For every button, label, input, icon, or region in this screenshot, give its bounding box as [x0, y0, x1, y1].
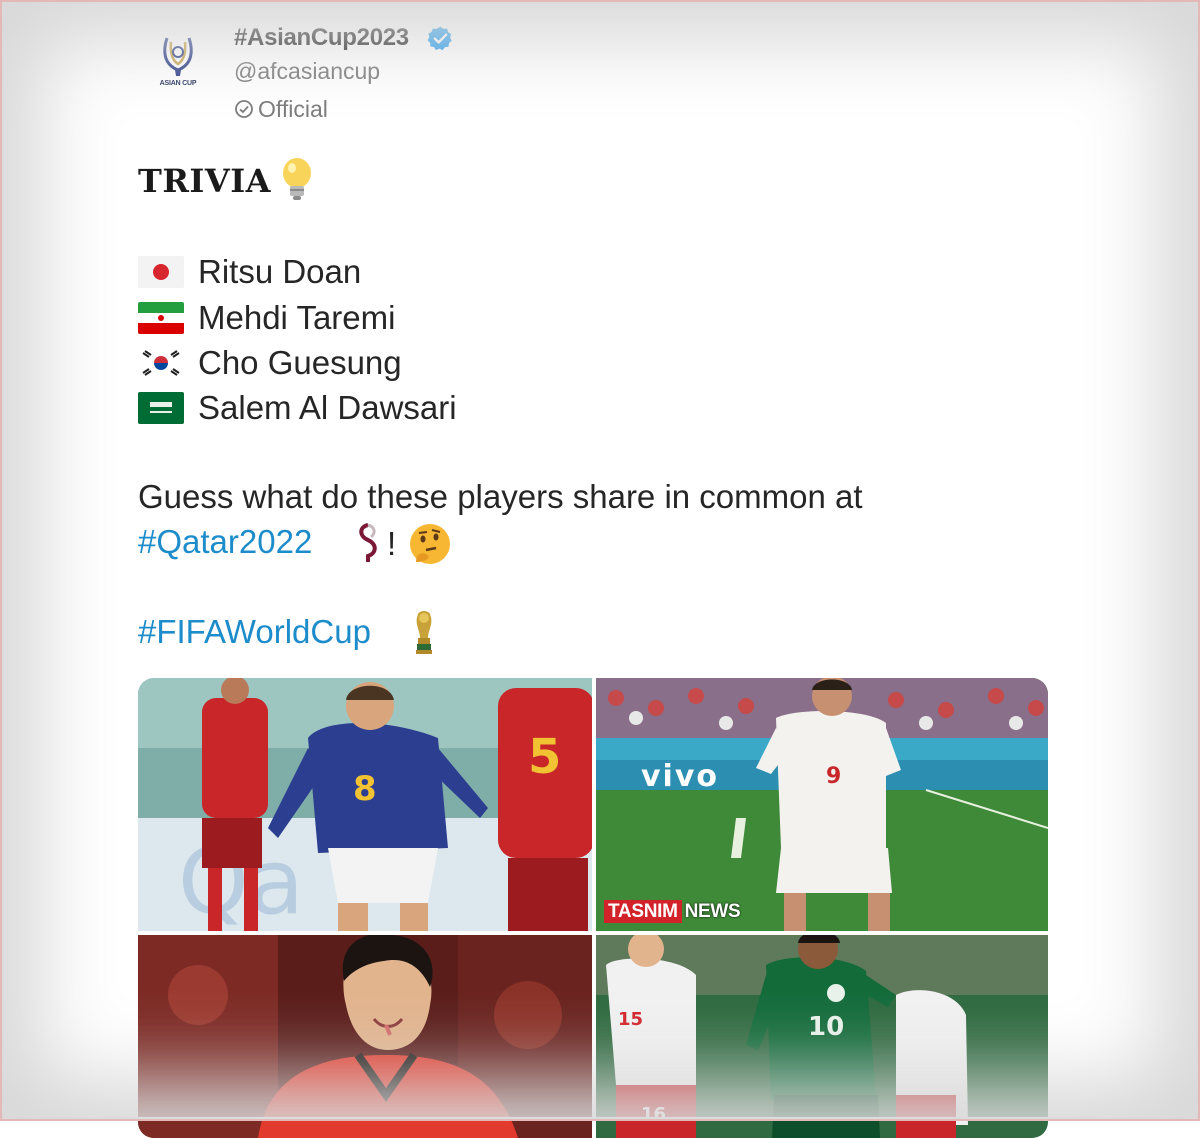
media-photo-cho-guesung[interactable] — [138, 935, 592, 1138]
svg-text:15: 15 — [618, 1009, 643, 1030]
player-line: Mehdi Taremi — [138, 296, 395, 340]
thinking-face-icon — [410, 524, 451, 564]
official-text: Official — [258, 96, 328, 122]
tweet-media-grid[interactable]: Qa 5 8 vivo 9 TASNIM NEWS 15 16 10 — [138, 678, 1048, 1138]
light-bulb-icon — [283, 158, 311, 200]
tweet-question: Guess what do these players share in com… — [138, 478, 863, 515]
account-handle[interactable]: @afcasiancup — [234, 58, 380, 85]
tasnim-news-watermark: TASNIM NEWS — [604, 900, 741, 923]
japan-flag-icon — [138, 256, 184, 288]
qatar2022-emblem-icon — [359, 523, 377, 562]
vivo-ad-text: vivo — [641, 759, 719, 794]
media-photo-ritsu-doan[interactable]: Qa 5 8 — [138, 678, 592, 931]
official-label: Official — [234, 96, 328, 123]
photo-saudi-player: 15 16 10 — [596, 935, 1048, 1138]
iran-flag-icon — [138, 302, 184, 334]
opponent-number: 16 — [641, 1104, 666, 1125]
shirt-number: 9 — [826, 764, 841, 789]
player-line: Ritsu Doan — [138, 250, 361, 294]
hashtag-qatar2022-link[interactable]: #Qatar2022 — [138, 523, 312, 561]
player-line: Salem Al Dawsari — [138, 386, 457, 430]
hashtag-fifaworldcup-link[interactable]: #FIFAWorldCup — [138, 613, 371, 651]
official-check-icon — [235, 100, 253, 118]
player-name: Cho Guesung — [198, 344, 402, 381]
player-name: Mehdi Taremi — [198, 299, 396, 336]
avatar-text: ASIAN CUP — [159, 80, 197, 87]
tweet-heading: TRIVIA — [138, 162, 271, 200]
shirt-number: 8 — [353, 769, 377, 809]
saudi-arabia-flag-icon — [138, 392, 184, 424]
account-avatar[interactable]: ASIAN CUP — [145, 30, 211, 96]
photo-japan-player: Qa 5 8 — [138, 678, 592, 931]
media-photo-mehdi-taremi[interactable]: vivo 9 TASNIM NEWS — [596, 678, 1048, 931]
world-cup-trophy-icon — [416, 611, 432, 654]
player-line: Cho Guesung — [138, 341, 402, 385]
media-photo-salem-al-dawsari[interactable]: 15 16 10 — [596, 935, 1048, 1138]
exclamation-mark: ! — [387, 525, 397, 562]
photo-iran-player: vivo 9 — [596, 678, 1048, 931]
tweet: ASIAN CUP #AsianCup2023 @afcasiancup Off… — [0, 0, 1200, 1138]
photo-korea-player — [138, 935, 592, 1138]
player-name: Ritsu Doan — [198, 253, 362, 290]
qatar-emoji-group: ! — [355, 522, 452, 566]
shirt-number: 10 — [808, 1012, 844, 1042]
display-name[interactable]: #AsianCup2023 — [234, 24, 409, 52]
south-korea-flag-icon — [138, 347, 184, 379]
svg-text:5: 5 — [528, 729, 561, 785]
player-name: Salem Al Dawsari — [198, 389, 457, 426]
verified-badge-icon — [427, 26, 452, 51]
